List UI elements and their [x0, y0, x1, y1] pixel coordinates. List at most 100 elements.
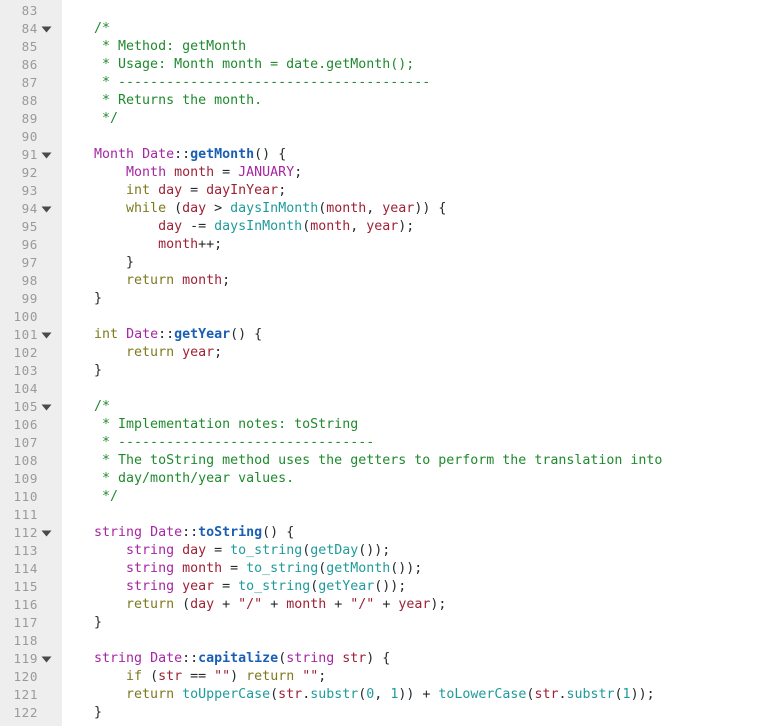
code-line[interactable]: 88 * Returns the month. [0, 92, 759, 110]
code-line[interactable]: 120 if (str == "") return ""; [0, 668, 759, 686]
fold-triangle-down-icon[interactable] [41, 326, 55, 344]
token-cmt: * Usage: Month month = date.getMonth(); [62, 57, 415, 72]
fold-triangle-down-icon[interactable] [41, 398, 55, 416]
token-pl: + [214, 597, 239, 612]
code-text[interactable]: day -= daysInMonth(month, year); [62, 218, 414, 236]
code-line[interactable]: 114 string month = to_string(getMonth())… [0, 560, 759, 578]
code-text[interactable]: } [62, 614, 102, 632]
code-line[interactable]: 99 } [0, 290, 759, 308]
code-line[interactable]: 107 * -------------------------------- [0, 434, 759, 452]
token-pl: )); [630, 687, 655, 702]
code-line[interactable]: 84 /* [0, 20, 759, 38]
code-text[interactable]: } [62, 704, 102, 722]
code-line[interactable]: 112 string Date::toString() { [0, 524, 759, 542]
code-text[interactable]: return year; [62, 344, 222, 362]
token-type: Month [62, 165, 167, 180]
token-kw: while [62, 201, 167, 216]
fold-triangle-down-icon[interactable] [41, 650, 55, 668]
code-text[interactable]: */ [62, 488, 118, 506]
code-text[interactable]: if (str == "") return ""; [62, 668, 326, 686]
code-editor[interactable]: 83 84 /* 85 * Method: getMonth 86 * Usage: … [0, 0, 759, 726]
token-pl: == [182, 669, 215, 684]
code-line[interactable]: 98 return month; [0, 272, 759, 290]
code-line[interactable]: 96 month++; [0, 236, 759, 254]
fold-triangle-down-icon[interactable] [41, 524, 55, 542]
code-text[interactable]: * Returns the month. [62, 92, 262, 110]
line-number: 116 [13, 597, 38, 612]
code-text[interactable]: * Method: getMonth [62, 38, 246, 56]
code-text[interactable]: /* [62, 20, 110, 38]
code-line[interactable]: 95 day -= daysInMonth(month, year); [0, 218, 759, 236]
code-line[interactable]: 97 } [0, 254, 759, 272]
code-text[interactable]: * The toString method uses the getters t… [62, 452, 662, 470]
code-text[interactable]: * Usage: Month month = date.getMonth(); [62, 56, 414, 74]
line-number: 120 [13, 669, 38, 684]
code-line[interactable]: 87 * -----------------------------------… [0, 74, 759, 92]
code-text[interactable]: while (day > daysInMonth(month, year)) { [62, 200, 446, 218]
code-text[interactable]: string day = to_string(getDay()); [62, 542, 390, 560]
code-text[interactable]: Month Date::getMonth() { [62, 146, 286, 164]
code-line[interactable]: 100 [0, 308, 759, 326]
code-line[interactable]: 118 [0, 632, 759, 650]
code-line[interactable]: 102 return year; [0, 344, 759, 362]
token-pl: ; [318, 669, 327, 684]
code-line[interactable]: 119 string Date::capitalize(string str) … [0, 650, 759, 668]
code-text[interactable]: /* [62, 398, 110, 416]
code-text[interactable]: int day = dayInYear; [62, 182, 286, 200]
code-line[interactable]: 111 [0, 506, 759, 524]
code-line[interactable]: 108 * The toString method uses the gette… [0, 452, 759, 470]
code-line[interactable]: 109 * day/month/year values. [0, 470, 759, 488]
code-text[interactable]: month++; [62, 236, 222, 254]
code-text[interactable]: * -------------------------------- [62, 434, 374, 452]
code-line[interactable]: 113 string day = to_string(getDay()); [0, 542, 759, 560]
line-number: 84 [21, 21, 38, 36]
code-text[interactable]: return (day + "/" + month + "/" + year); [62, 596, 446, 614]
code-text[interactable]: int Date::getYear() { [62, 326, 262, 344]
code-text[interactable]: * day/month/year values. [62, 470, 294, 488]
code-text[interactable]: Month month = JANUARY; [62, 164, 302, 182]
code-line[interactable]: 123 [0, 722, 759, 726]
code-text[interactable]: * --------------------------------------… [62, 74, 430, 92]
token-pl: ; [214, 345, 223, 360]
code-line[interactable]: 121 return toUpperCase(str.substr(0, 1))… [0, 686, 759, 704]
code-line[interactable]: 110 */ [0, 488, 759, 506]
code-line[interactable]: 122 } [0, 704, 759, 722]
code-text[interactable]: */ [62, 110, 118, 128]
fold-triangle-down-icon[interactable] [41, 20, 55, 38]
code-line[interactable]: 94 while (day > daysInMonth(month, year)… [0, 200, 759, 218]
line-number: 110 [13, 489, 38, 504]
code-line[interactable]: 90 [0, 128, 759, 146]
code-text[interactable]: return month; [62, 272, 230, 290]
code-line[interactable]: 92 Month month = JANUARY; [0, 164, 759, 182]
code-line[interactable]: 101 int Date::getYear() { [0, 326, 759, 344]
code-line[interactable]: 89 */ [0, 110, 759, 128]
code-text[interactable]: } [62, 254, 134, 272]
code-line[interactable]: 93 int day = dayInYear; [0, 182, 759, 200]
code-lines-container[interactable]: 83 84 /* 85 * Method: getMonth 86 * Usage: … [0, 0, 759, 726]
code-text[interactable]: * Implementation notes: toString [62, 416, 358, 434]
code-line[interactable]: 106 * Implementation notes: toString [0, 416, 759, 434]
code-text[interactable]: string month = to_string(getMonth()); [62, 560, 422, 578]
code-text[interactable]: string Date::capitalize(string str) { [62, 650, 390, 668]
code-line[interactable]: 91 Month Date::getMonth() { [0, 146, 759, 164]
code-line[interactable]: 105 /* [0, 398, 759, 416]
code-line[interactable]: 85 * Method: getMonth [0, 38, 759, 56]
code-text[interactable]: string Date::toString() { [62, 524, 294, 542]
token-pl: , [366, 201, 383, 216]
code-line[interactable]: 116 return (day + "/" + month + "/" + ye… [0, 596, 759, 614]
code-line[interactable]: 86 * Usage: Month month = date.getMonth(… [0, 56, 759, 74]
code-text[interactable]: } [62, 290, 102, 308]
fold-triangle-down-icon[interactable] [41, 146, 55, 164]
code-line[interactable]: 83 [0, 2, 759, 20]
token-pl: } [62, 363, 103, 378]
code-line[interactable]: 103 } [0, 362, 759, 380]
code-text[interactable]: return toUpperCase(str.substr(0, 1)) + t… [62, 686, 655, 704]
code-text[interactable]: } [62, 362, 102, 380]
code-line[interactable]: 117 } [0, 614, 759, 632]
fold-triangle-down-icon[interactable] [41, 200, 55, 218]
code-line[interactable]: 104 [0, 380, 759, 398]
code-line[interactable]: 115 string year = to_string(getYear()); [0, 578, 759, 596]
code-text[interactable]: string year = to_string(getYear()); [62, 578, 406, 596]
